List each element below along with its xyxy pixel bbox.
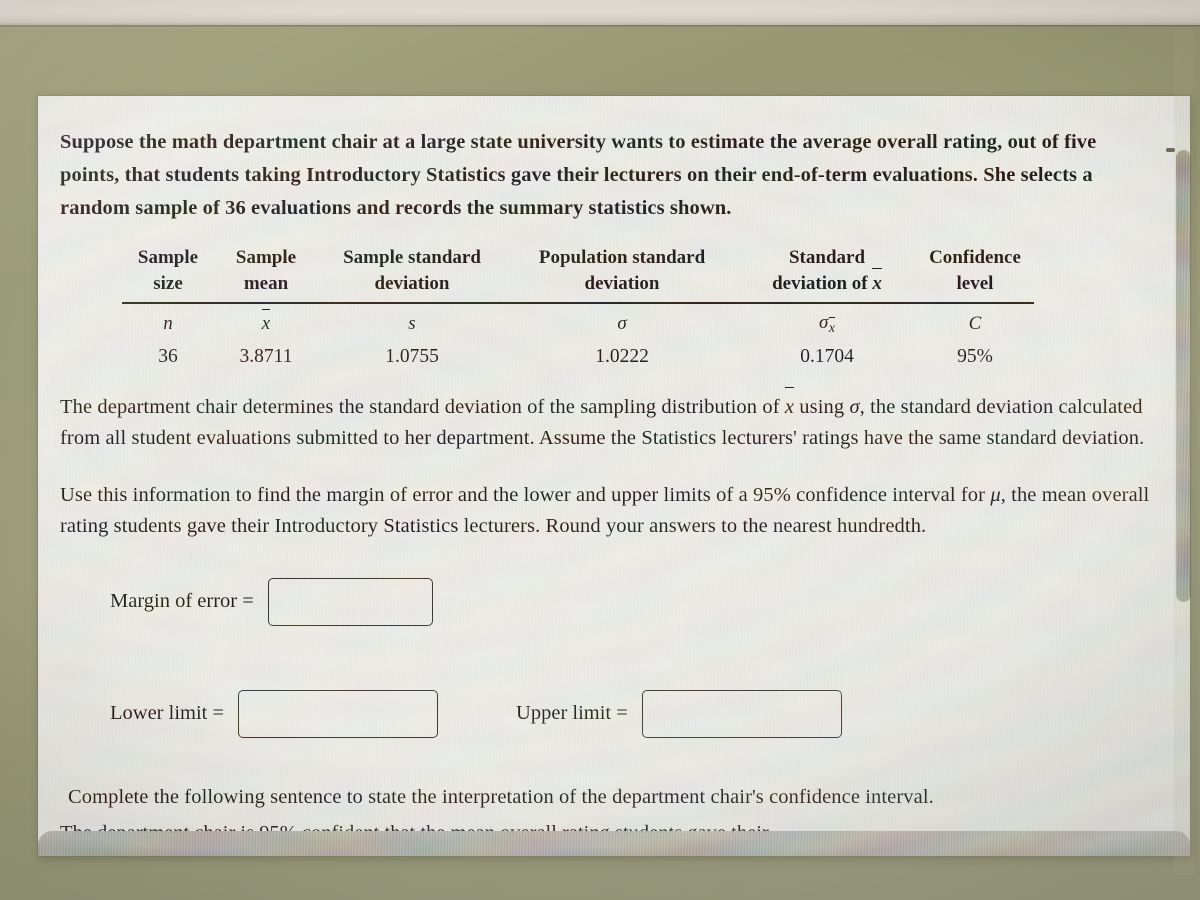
- summary-statistics-table-wrapper: Sample size Sample mean Sample standard …: [60, 245, 1156, 370]
- value-sigma-xbar: 0.1704: [800, 345, 854, 367]
- symbol-c: C: [968, 312, 982, 334]
- problem-intro-paragraph: Suppose the math department chair at a l…: [60, 131, 1097, 219]
- upper-limit-input[interactable]: [641, 689, 842, 738]
- header-sd-xbar-line2-text: deviation of: [772, 273, 873, 294]
- margin-of-error-row: Margin of error =: [110, 577, 1156, 626]
- margin-of-error-label: Margin of error =: [110, 590, 254, 613]
- xbar-overline-header: x: [872, 267, 882, 297]
- upper-limit-label: Upper limit =: [516, 702, 628, 725]
- header-sample-size-line1: Sample: [137, 247, 199, 268]
- value-s: 1.0755: [385, 345, 439, 367]
- margin-of-error-input[interactable]: [267, 577, 433, 626]
- header-sample-size-line2: size: [153, 273, 183, 294]
- header-confidence-level-line2: level: [956, 273, 994, 294]
- sigma-subscript-xbar: x: [828, 317, 836, 335]
- header-standard-deviation-of-xbar: Standard deviation of x: [738, 245, 916, 304]
- header-sample-sd-line1: Sample standard: [343, 247, 481, 268]
- value-sigma: 1.0222: [595, 345, 649, 367]
- photographed-screen-scene: Suppose the math department chair at a l…: [0, 0, 1200, 900]
- header-sample-size: Sample size: [122, 245, 214, 304]
- symbol-xbar: x: [214, 303, 318, 338]
- header-sample-mean-line2: mean: [243, 273, 289, 294]
- monitor-top-bezel: [0, 0, 1200, 27]
- symbol-n: n: [163, 312, 173, 334]
- header-population-sd-line2: deviation: [584, 273, 660, 294]
- lower-limit-label: Lower limit =: [110, 702, 225, 725]
- closing-instruction: Complete the following sentence to state…: [68, 785, 934, 808]
- xbar-overline-symbol: x: [261, 308, 271, 334]
- sigma-glyph: σ: [819, 312, 829, 333]
- paragraph-2-part1: The department chair determines the stan…: [60, 395, 785, 418]
- table-value-row: 36 3.8711 1.0755 1.0222 0.1704 95%: [122, 338, 1034, 370]
- vertical-scrollbar-thumb[interactable]: [1176, 150, 1191, 602]
- table-symbol-row: n x s σ σx C: [122, 303, 1034, 338]
- value-xbar: 3.8711: [239, 345, 293, 367]
- paragraph-2-part2: using: [794, 395, 850, 418]
- sigma-inline-1: σ: [849, 395, 860, 418]
- lower-limit-input[interactable]: [238, 689, 439, 738]
- summary-statistics-table: Sample size Sample mean Sample standard …: [122, 245, 1034, 370]
- limits-row: Lower limit = Upper limit =: [110, 689, 1156, 738]
- header-population-sd: Population standard deviation: [506, 245, 738, 304]
- value-confidence-level: 95%: [957, 345, 993, 367]
- question-document: Suppose the math department chair at a l…: [38, 96, 1190, 813]
- answers-section: Margin of error = Lower limit = Upper li…: [60, 577, 1156, 738]
- header-confidence-level: Confidence level: [916, 245, 1034, 304]
- table-header-row: Sample size Sample mean Sample standard …: [122, 245, 1034, 304]
- header-sample-sd-line2: deviation: [374, 273, 450, 294]
- header-sample-sd: Sample standard deviation: [318, 245, 506, 304]
- problem-paragraph-3: Use this information to find the margin …: [60, 480, 1156, 542]
- screen-bottom-edge-bar: [38, 831, 1190, 856]
- value-n: 36: [158, 345, 178, 367]
- symbol-sigma-xbar: σx: [738, 303, 916, 338]
- xbar-overline-inline-1: x: [784, 387, 795, 423]
- header-sample-mean-line1: Sample: [235, 247, 297, 268]
- header-sd-xbar-line2: deviation of x: [740, 267, 914, 297]
- mu-inline: μ: [990, 483, 1001, 506]
- screen-dust-speck: [1166, 148, 1175, 152]
- symbol-s: s: [408, 312, 416, 334]
- header-population-sd-line1: Population standard: [538, 247, 706, 268]
- header-sample-mean: Sample mean: [214, 245, 318, 304]
- header-confidence-level-line1: Confidence: [929, 247, 1021, 268]
- question-content-card: Suppose the math department chair at a l…: [38, 96, 1190, 856]
- paragraph-3-part1: Use this information to find the margin …: [60, 483, 991, 506]
- symbol-sigma: σ: [617, 312, 627, 334]
- header-sd-xbar-line1: Standard: [788, 247, 866, 268]
- problem-paragraph-2: The department chair determines the stan…: [60, 387, 1156, 454]
